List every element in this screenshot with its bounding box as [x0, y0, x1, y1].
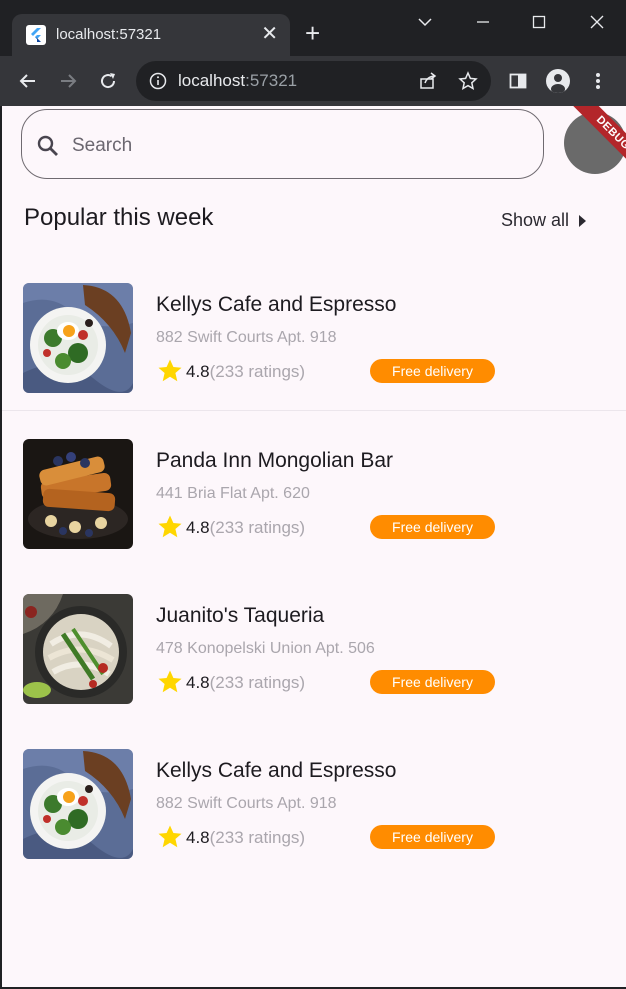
star-icon	[157, 358, 183, 384]
browser-titlebar: localhost:57321 ✕ +	[0, 0, 626, 56]
address-bar[interactable]: localhost:57321	[136, 61, 491, 101]
site-info-icon[interactable]	[148, 71, 168, 91]
restaurant-address: 441 Bria Flat Apt. 620	[156, 485, 310, 502]
ratings-count: (233 ratings)	[209, 673, 306, 692]
free-delivery-badge: Free delivery	[370, 670, 495, 694]
restaurant-name: Juanito's Taqueria	[156, 604, 325, 627]
avatar	[546, 69, 570, 93]
restaurant-name: Panda Inn Mongolian Bar	[156, 449, 393, 472]
restaurant-image	[23, 283, 133, 393]
forward-icon[interactable]	[55, 68, 81, 94]
free-delivery-badge: Free delivery	[370, 825, 495, 849]
rating: 4.8(233 ratings)	[186, 362, 305, 382]
restaurant-address: 882 Swift Courts Apt. 918	[156, 795, 337, 812]
browser-toolbar: localhost:57321	[0, 56, 626, 106]
new-tab-button[interactable]: +	[305, 20, 320, 46]
rating: 4.8(233 ratings)	[186, 518, 305, 538]
tab-search-icon[interactable]	[405, 8, 445, 36]
maximize-icon[interactable]	[519, 8, 559, 36]
star-icon	[157, 669, 183, 695]
list-item[interactable]: Kellys Cafe and Espresso 882 Swift Court…	[2, 261, 626, 411]
list-item[interactable]: Panda Inn Mongolian Bar 441 Bria Flat Ap…	[2, 417, 626, 567]
free-delivery-badge: Free delivery	[370, 515, 495, 539]
star-icon	[157, 824, 183, 850]
rating-value: 4.8	[186, 362, 210, 381]
restaurant-image	[23, 749, 133, 859]
flutter-icon	[26, 25, 46, 45]
rating: 4.8(233 ratings)	[186, 673, 305, 693]
caret-right-icon	[579, 214, 587, 227]
rating: 4.8(233 ratings)	[186, 828, 305, 848]
rating-value: 4.8	[186, 673, 210, 692]
minimize-icon[interactable]	[463, 8, 503, 36]
restaurant-name: Kellys Cafe and Espresso	[156, 759, 397, 782]
url-host: localhost	[178, 71, 246, 90]
ratings-count: (233 ratings)	[209, 362, 306, 381]
profile-avatar-icon[interactable]	[545, 68, 571, 94]
search-placeholder: Search	[72, 135, 133, 156]
ratings-count: (233 ratings)	[209, 828, 306, 847]
list-item[interactable]: Juanito's Taqueria 478 Konopelski Union …	[2, 572, 626, 722]
list-item[interactable]: Kellys Cafe and Espresso 882 Swift Court…	[2, 727, 626, 877]
reload-icon[interactable]	[95, 68, 121, 94]
restaurant-image	[23, 594, 133, 704]
share-icon[interactable]	[418, 71, 438, 91]
back-icon[interactable]	[15, 68, 41, 94]
restaurant-address: 882 Swift Courts Apt. 918	[156, 329, 337, 346]
ratings-count: (233 ratings)	[209, 518, 306, 537]
browser-tab[interactable]: localhost:57321 ✕	[12, 14, 290, 56]
bookmark-star-icon[interactable]	[458, 71, 478, 91]
free-delivery-badge: Free delivery	[370, 359, 495, 383]
tab-title: localhost:57321	[56, 26, 162, 43]
rating-value: 4.8	[186, 518, 210, 537]
more-menu-icon[interactable]	[585, 68, 611, 94]
rating-value: 4.8	[186, 828, 210, 847]
tab-close-icon[interactable]: ✕	[261, 22, 278, 46]
restaurant-address: 478 Konopelski Union Apt. 506	[156, 640, 375, 657]
address-url[interactable]: localhost:57321	[178, 71, 297, 91]
restaurant-name: Kellys Cafe and Espresso	[156, 293, 397, 316]
section-title: Popular this week	[24, 204, 214, 231]
app-viewport: Search DEBUG Popular this week Show all …	[2, 106, 626, 987]
star-icon	[157, 514, 183, 540]
show-all-label: Show all	[501, 210, 570, 230]
show-all-button[interactable]: Show all	[501, 210, 587, 231]
side-panel-icon[interactable]	[505, 68, 531, 94]
close-window-icon[interactable]	[577, 8, 617, 36]
search-icon	[37, 135, 58, 156]
search-bar[interactable]: Search	[21, 109, 544, 179]
url-port: :57321	[245, 71, 298, 90]
restaurant-image	[23, 439, 133, 549]
